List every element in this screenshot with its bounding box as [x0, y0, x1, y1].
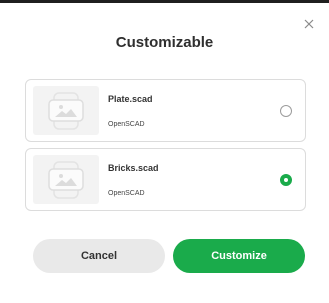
option-file-name: Bricks.scad: [108, 163, 159, 173]
image-placeholder-icon: [48, 161, 84, 199]
image-placeholder-icon: [48, 92, 84, 130]
customizable-dialog: Customizable Plate.scad OpenSCAD Bricks.…: [0, 3, 329, 303]
option-card-bricks[interactable]: Bricks.scad OpenSCAD: [25, 148, 306, 211]
radio-selected-dot: [284, 178, 288, 182]
option-card-plate[interactable]: Plate.scad OpenSCAD: [25, 79, 306, 142]
customize-button[interactable]: Customize: [173, 239, 305, 273]
radio-plate[interactable]: [280, 105, 292, 117]
option-file-type: OpenSCAD: [108, 190, 145, 197]
close-icon: [304, 19, 314, 29]
cancel-button[interactable]: Cancel: [33, 239, 165, 273]
file-thumbnail: [33, 155, 99, 204]
option-file-type: OpenSCAD: [108, 121, 145, 128]
option-file-name: Plate.scad: [108, 94, 153, 104]
close-button[interactable]: [300, 15, 318, 33]
file-thumbnail: [33, 86, 99, 135]
dialog-title: Customizable: [115, 34, 214, 51]
radio-bricks[interactable]: [280, 174, 292, 186]
